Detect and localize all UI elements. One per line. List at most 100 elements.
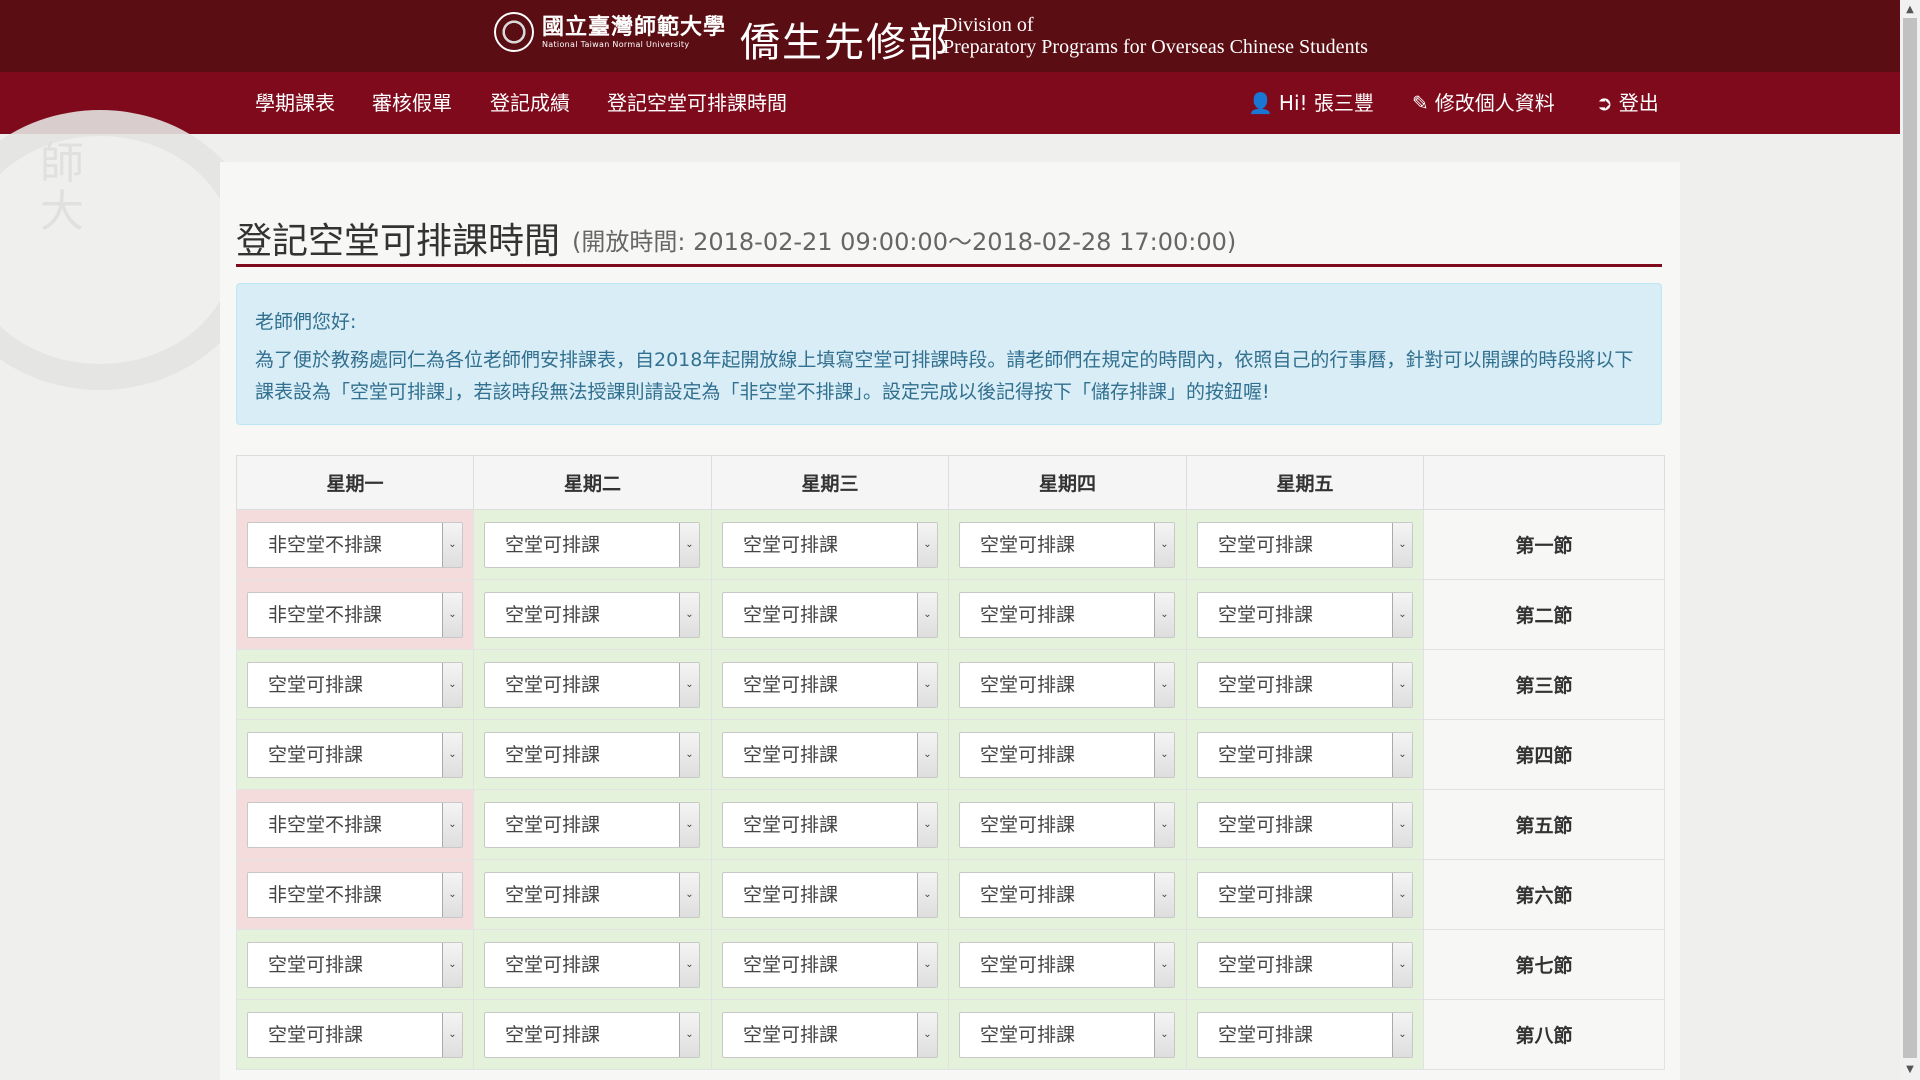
availability-select[interactable]: 空堂可排課 ⌄ [959,731,1175,778]
availability-select[interactable]: 空堂可排課 ⌄ [1197,941,1413,988]
chevron-down-icon[interactable]: ⌄ [679,942,699,987]
availability-select[interactable]: 空堂可排課 ⌄ [1197,871,1413,918]
slot-cell: 空堂可排課 ⌄ [948,999,1187,1070]
availability-select[interactable]: 空堂可排課 ⌄ [484,1011,700,1058]
availability-select[interactable]: 空堂可排課 ⌄ [722,801,938,848]
availability-select[interactable]: 空堂可排課 ⌄ [247,1011,463,1058]
chevron-down-icon[interactable]: ⌄ [917,732,937,777]
availability-select[interactable]: 空堂可排課 ⌄ [247,941,463,988]
chevron-down-icon[interactable]: ⌄ [917,592,937,637]
chevron-down-icon[interactable]: ⌄ [1392,942,1412,987]
day-header: 星期一 [236,455,474,510]
availability-select[interactable]: 非空堂不排課 ⌄ [247,871,463,918]
chevron-down-icon[interactable]: ⌄ [1154,592,1174,637]
chevron-down-icon[interactable]: ⌄ [1392,662,1412,707]
availability-select[interactable]: 空堂可排課 ⌄ [484,661,700,708]
chevron-down-icon[interactable]: ⌄ [679,872,699,917]
availability-select[interactable]: 空堂可排課 ⌄ [484,801,700,848]
chevron-down-icon[interactable]: ⌄ [679,522,699,567]
slot-cell: 空堂可排課 ⌄ [473,509,712,580]
chevron-down-icon[interactable]: ⌄ [442,522,462,567]
ntnu-logo[interactable]: 國立臺灣師範大學 National Taiwan Normal Universi… [494,12,726,52]
chevron-down-icon[interactable]: ⌄ [1392,872,1412,917]
availability-select[interactable]: 空堂可排課 ⌄ [722,731,938,778]
chevron-down-icon[interactable]: ⌄ [1154,1012,1174,1057]
availability-select[interactable]: 空堂可排課 ⌄ [1197,1011,1413,1058]
availability-select[interactable]: 空堂可排課 ⌄ [959,871,1175,918]
availability-select[interactable]: 空堂可排課 ⌄ [722,521,938,568]
chevron-down-icon[interactable]: ⌄ [679,592,699,637]
availability-select[interactable]: 空堂可排課 ⌄ [484,941,700,988]
nav-record-grades[interactable]: 登記成績 [490,72,570,134]
availability-select[interactable]: 空堂可排課 ⌄ [722,591,938,638]
chevron-down-icon[interactable]: ⌄ [1154,872,1174,917]
ntnu-seal-icon [494,12,534,52]
scroll-thumb[interactable] [1903,18,1917,1058]
nav-edit-profile[interactable]: ✎ 修改個人資料 [1412,72,1555,134]
chevron-down-icon[interactable]: ⌄ [679,1012,699,1057]
availability-select[interactable]: 空堂可排課 ⌄ [484,591,700,638]
chevron-down-icon[interactable]: ⌄ [917,872,937,917]
chevron-down-icon[interactable]: ⌄ [679,802,699,847]
availability-select[interactable]: 空堂可排課 ⌄ [484,871,700,918]
nav-register-free-periods[interactable]: 登記空堂可排課時間 [607,72,787,134]
slot-cell: 空堂可排課 ⌄ [711,509,949,580]
scroll-up-arrow-icon[interactable]: ▲ [1900,0,1920,20]
availability-select[interactable]: 空堂可排課 ⌄ [1197,661,1413,708]
chevron-down-icon[interactable]: ⌄ [442,802,462,847]
chevron-down-icon[interactable]: ⌄ [917,522,937,567]
chevron-down-icon[interactable]: ⌄ [442,942,462,987]
chevron-down-icon[interactable]: ⌄ [1154,942,1174,987]
slot-cell: 空堂可排課 ⌄ [236,929,474,1000]
chevron-down-icon[interactable]: ⌄ [1392,732,1412,777]
chevron-down-icon[interactable]: ⌄ [1154,522,1174,567]
availability-select[interactable]: 非空堂不排課 ⌄ [247,801,463,848]
availability-select[interactable]: 空堂可排課 ⌄ [959,1011,1175,1058]
chevron-down-icon[interactable]: ⌄ [679,662,699,707]
availability-select[interactable]: 空堂可排課 ⌄ [1197,591,1413,638]
chevron-down-icon[interactable]: ⌄ [1392,592,1412,637]
chevron-down-icon[interactable]: ⌄ [679,732,699,777]
availability-select[interactable]: 空堂可排課 ⌄ [247,661,463,708]
availability-select[interactable]: 空堂可排課 ⌄ [959,521,1175,568]
chevron-down-icon[interactable]: ⌄ [442,1012,462,1057]
scroll-down-arrow-icon[interactable]: ▼ [1900,1060,1920,1080]
availability-select[interactable]: 非空堂不排課 ⌄ [247,521,463,568]
chevron-down-icon[interactable]: ⌄ [1392,802,1412,847]
availability-select[interactable]: 空堂可排課 ⌄ [722,661,938,708]
chevron-down-icon[interactable]: ⌄ [1154,802,1174,847]
chevron-down-icon[interactable]: ⌄ [917,942,937,987]
chevron-down-icon[interactable]: ⌄ [442,592,462,637]
chevron-down-icon[interactable]: ⌄ [1154,732,1174,777]
availability-select-value: 非空堂不排課 [268,603,383,626]
nav-review-leave[interactable]: 審核假單 [372,72,452,134]
availability-select[interactable]: 空堂可排課 ⌄ [959,801,1175,848]
chevron-down-icon[interactable]: ⌄ [442,872,462,917]
chevron-down-icon[interactable]: ⌄ [917,1012,937,1057]
availability-select[interactable]: 空堂可排課 ⌄ [484,521,700,568]
availability-select[interactable]: 非空堂不排課 ⌄ [247,591,463,638]
nav-logout[interactable]: ➲ 登出 [1596,72,1659,134]
nav-user-greeting[interactable]: 👤 Hi! 張三豐 [1248,72,1374,134]
availability-select[interactable]: 空堂可排課 ⌄ [1197,731,1413,778]
availability-select[interactable]: 空堂可排課 ⌄ [1197,801,1413,848]
availability-select[interactable]: 空堂可排課 ⌄ [722,1011,938,1058]
chevron-down-icon[interactable]: ⌄ [917,662,937,707]
availability-select[interactable]: 空堂可排課 ⌄ [1197,521,1413,568]
chevron-down-icon[interactable]: ⌄ [442,732,462,777]
availability-select[interactable]: 空堂可排課 ⌄ [484,731,700,778]
chevron-down-icon[interactable]: ⌄ [1392,522,1412,567]
availability-select[interactable]: 空堂可排課 ⌄ [959,941,1175,988]
nav-semester-schedule[interactable]: 學期課表 [255,72,335,134]
availability-select[interactable]: 空堂可排課 ⌄ [959,661,1175,708]
availability-select[interactable]: 空堂可排課 ⌄ [722,871,938,918]
availability-select[interactable]: 空堂可排課 ⌄ [247,731,463,778]
availability-select[interactable]: 空堂可排課 ⌄ [722,941,938,988]
chevron-down-icon[interactable]: ⌄ [1154,662,1174,707]
chevron-down-icon[interactable]: ⌄ [442,662,462,707]
user-icon: 👤 [1248,91,1273,115]
chevron-down-icon[interactable]: ⌄ [1392,1012,1412,1057]
availability-select[interactable]: 空堂可排課 ⌄ [959,591,1175,638]
vertical-scrollbar[interactable]: ▲ ▼ [1900,0,1920,1080]
chevron-down-icon[interactable]: ⌄ [917,802,937,847]
